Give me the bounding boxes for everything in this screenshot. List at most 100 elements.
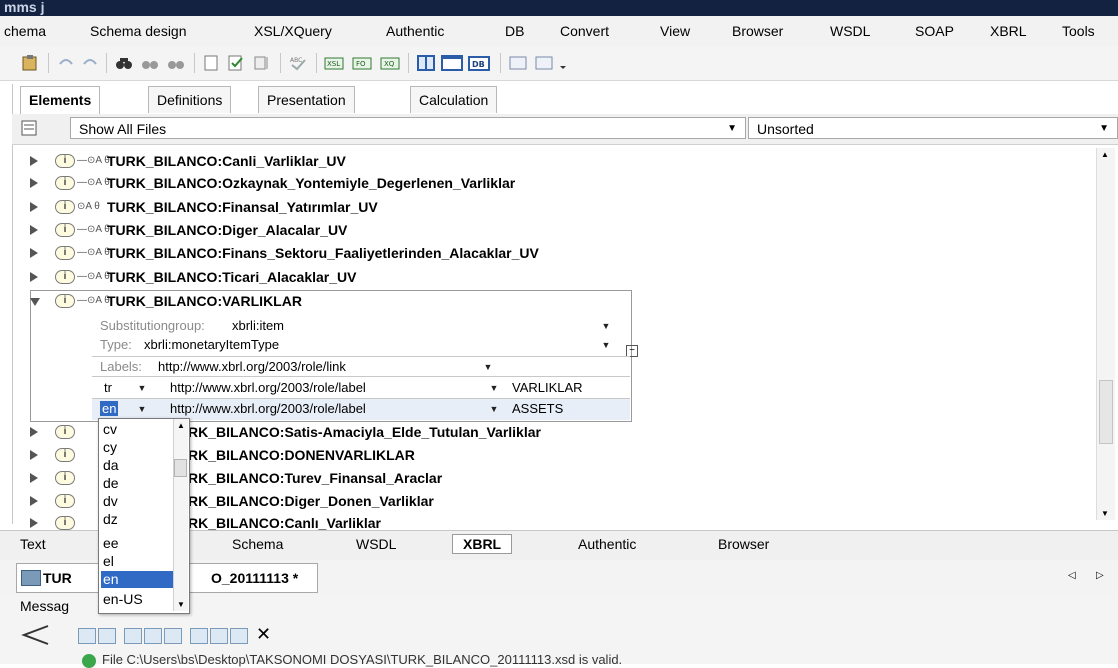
db-icon[interactable]: DB	[468, 54, 490, 72]
menu-authentic[interactable]: Authentic	[386, 23, 444, 39]
paste-icon[interactable]	[20, 54, 40, 72]
scroll-thumb[interactable]	[1099, 380, 1113, 444]
tree-scrollbar[interactable]: ▲ ▼	[1096, 148, 1115, 520]
sort-select[interactable]: Unsorted ▼	[748, 117, 1118, 139]
view-tab-wsdl[interactable]: WSDL	[356, 536, 396, 552]
find-message-icon[interactable]	[190, 628, 208, 644]
language-option[interactable]: da	[101, 457, 173, 474]
find-icon[interactable]	[114, 54, 134, 72]
menu-convert[interactable]: Convert	[560, 23, 609, 39]
scroll-down-icon[interactable]: ▼	[177, 600, 185, 609]
scroll-up-icon[interactable]: ▲	[177, 421, 185, 430]
menu-soap[interactable]: SOAP	[915, 23, 954, 39]
labels-link-value[interactable]: http://www.xbrl.org/2003/role/link	[158, 359, 346, 374]
language-option[interactable]: ee	[101, 535, 173, 552]
chevron-down-icon[interactable]: ▼	[484, 403, 504, 415]
view-tab-authentic[interactable]: Authentic	[578, 536, 636, 552]
expand-icon[interactable]	[30, 473, 38, 483]
substitution-value[interactable]: xbrli:item	[232, 318, 284, 333]
find-next-icon[interactable]	[140, 54, 160, 72]
tab-calculation[interactable]: Calculation	[410, 86, 498, 113]
language-option[interactable]: dz	[101, 511, 173, 528]
scroll-thumb[interactable]	[174, 459, 187, 477]
label-text[interactable]: ASSETS	[512, 401, 563, 416]
replace-icon[interactable]	[166, 54, 186, 72]
expand-icon[interactable]	[30, 427, 38, 437]
indent-icon[interactable]	[252, 54, 272, 72]
clear-messages-icon[interactable]	[164, 628, 182, 644]
tab-elements[interactable]: Elements	[20, 86, 101, 114]
type-value[interactable]: xbrli:monetaryItemType	[144, 337, 279, 352]
menu-browser[interactable]: Browser	[732, 23, 783, 39]
collapse-icon[interactable]	[30, 298, 40, 306]
chevron-down-icon[interactable]: ▼	[478, 361, 498, 373]
tab-presentation[interactable]: Presentation	[258, 86, 355, 113]
expand-icon[interactable]	[30, 225, 38, 235]
toolbar-overflow-icon[interactable]	[558, 54, 578, 72]
menu-schema[interactable]: chema	[4, 23, 46, 39]
expand-icon[interactable]	[30, 496, 38, 506]
expand-icon[interactable]	[30, 248, 38, 258]
language-option-selected[interactable]: en	[101, 571, 173, 588]
spellcheck-icon[interactable]: ABC	[288, 54, 308, 72]
language-list-scrollbar[interactable]: ▲ ▼	[173, 419, 188, 611]
expand-icon[interactable]	[30, 156, 38, 166]
expand-icon[interactable]	[30, 450, 38, 460]
menu-view[interactable]: View	[660, 23, 690, 39]
def-icon[interactable]	[508, 54, 528, 72]
label-role[interactable]: http://www.xbrl.org/2003/role/label	[170, 380, 366, 395]
files-icon[interactable]	[20, 119, 37, 136]
chevron-down-icon[interactable]: ▼	[132, 382, 152, 394]
view-tab-text[interactable]: Text	[20, 536, 46, 552]
view-tab-xbrl[interactable]: XBRL	[452, 534, 513, 554]
find-next-message-icon[interactable]	[210, 628, 228, 644]
redo-icon[interactable]	[80, 54, 100, 72]
check-doc-icon[interactable]	[226, 54, 246, 72]
menu-schema-design[interactable]: Schema design	[90, 23, 187, 39]
split-view-icon[interactable]	[416, 54, 436, 72]
find-prev-message-icon[interactable]	[230, 628, 248, 644]
label-text[interactable]: VARLIKLAR	[512, 380, 583, 395]
language-option[interactable]: el	[101, 553, 173, 570]
language-option[interactable]: dv	[101, 493, 173, 510]
language-option[interactable]: en-US	[101, 591, 173, 608]
tab-scroll-left-icon[interactable]: ◁	[1068, 570, 1076, 581]
tab-scroll-right-icon[interactable]: ▷	[1096, 570, 1104, 581]
menu-xbrl[interactable]: XBRL	[990, 23, 1027, 39]
scroll-up-icon[interactable]: ▲	[1101, 150, 1109, 159]
menu-db[interactable]: DB	[505, 23, 524, 39]
window-view-icon[interactable]	[440, 54, 463, 72]
view-tab-browser[interactable]: Browser	[718, 536, 769, 552]
scroll-down-icon[interactable]: ▼	[1101, 509, 1109, 518]
close-icon[interactable]: ✕	[256, 624, 271, 645]
view-tab-schema[interactable]: Schema	[232, 536, 283, 552]
chevron-down-icon[interactable]: ▼	[596, 320, 616, 332]
label-lang[interactable]: tr	[104, 380, 112, 395]
label-role[interactable]: http://www.xbrl.org/2003/role/label	[170, 401, 366, 416]
expand-icon[interactable]	[30, 518, 38, 528]
menu-xsl-xquery[interactable]: XSL/XQuery	[254, 23, 332, 39]
copy-message-icon[interactable]	[124, 628, 142, 644]
validate-doc-icon[interactable]	[202, 54, 222, 72]
copy-all-icon[interactable]	[144, 628, 162, 644]
menu-wsdl[interactable]: WSDL	[830, 23, 870, 39]
show-files-select[interactable]: Show All Files ▼	[70, 117, 746, 139]
tab-definitions[interactable]: Definitions	[148, 86, 232, 113]
chevron-down-icon[interactable]: ▼	[484, 382, 504, 394]
language-option[interactable]: de	[101, 475, 173, 492]
undo-icon[interactable]	[56, 54, 76, 72]
xsl-icon[interactable]: XSL	[324, 54, 344, 72]
language-dropdown-list[interactable]: cv cy da de dv dz ee el en en-US ▲ ▼	[98, 418, 190, 614]
expand-icon[interactable]	[30, 202, 38, 212]
language-option[interactable]: cv	[101, 421, 173, 438]
prev-message-icon[interactable]	[78, 628, 96, 644]
chevron-down-icon[interactable]: ▼	[132, 403, 152, 415]
validation-message[interactable]: File C:\Users\bs\Desktop\TAKSONOMI DOSYA…	[102, 652, 622, 667]
xq-icon[interactable]: XQ	[380, 54, 400, 72]
language-option[interactable]: cy	[101, 439, 173, 456]
expand-icon[interactable]	[30, 178, 38, 188]
menu-tools[interactable]: Tools	[1062, 23, 1095, 39]
chevron-down-icon[interactable]: ▼	[596, 339, 616, 351]
next-message-icon[interactable]	[98, 628, 116, 644]
expand-icon[interactable]	[30, 272, 38, 282]
